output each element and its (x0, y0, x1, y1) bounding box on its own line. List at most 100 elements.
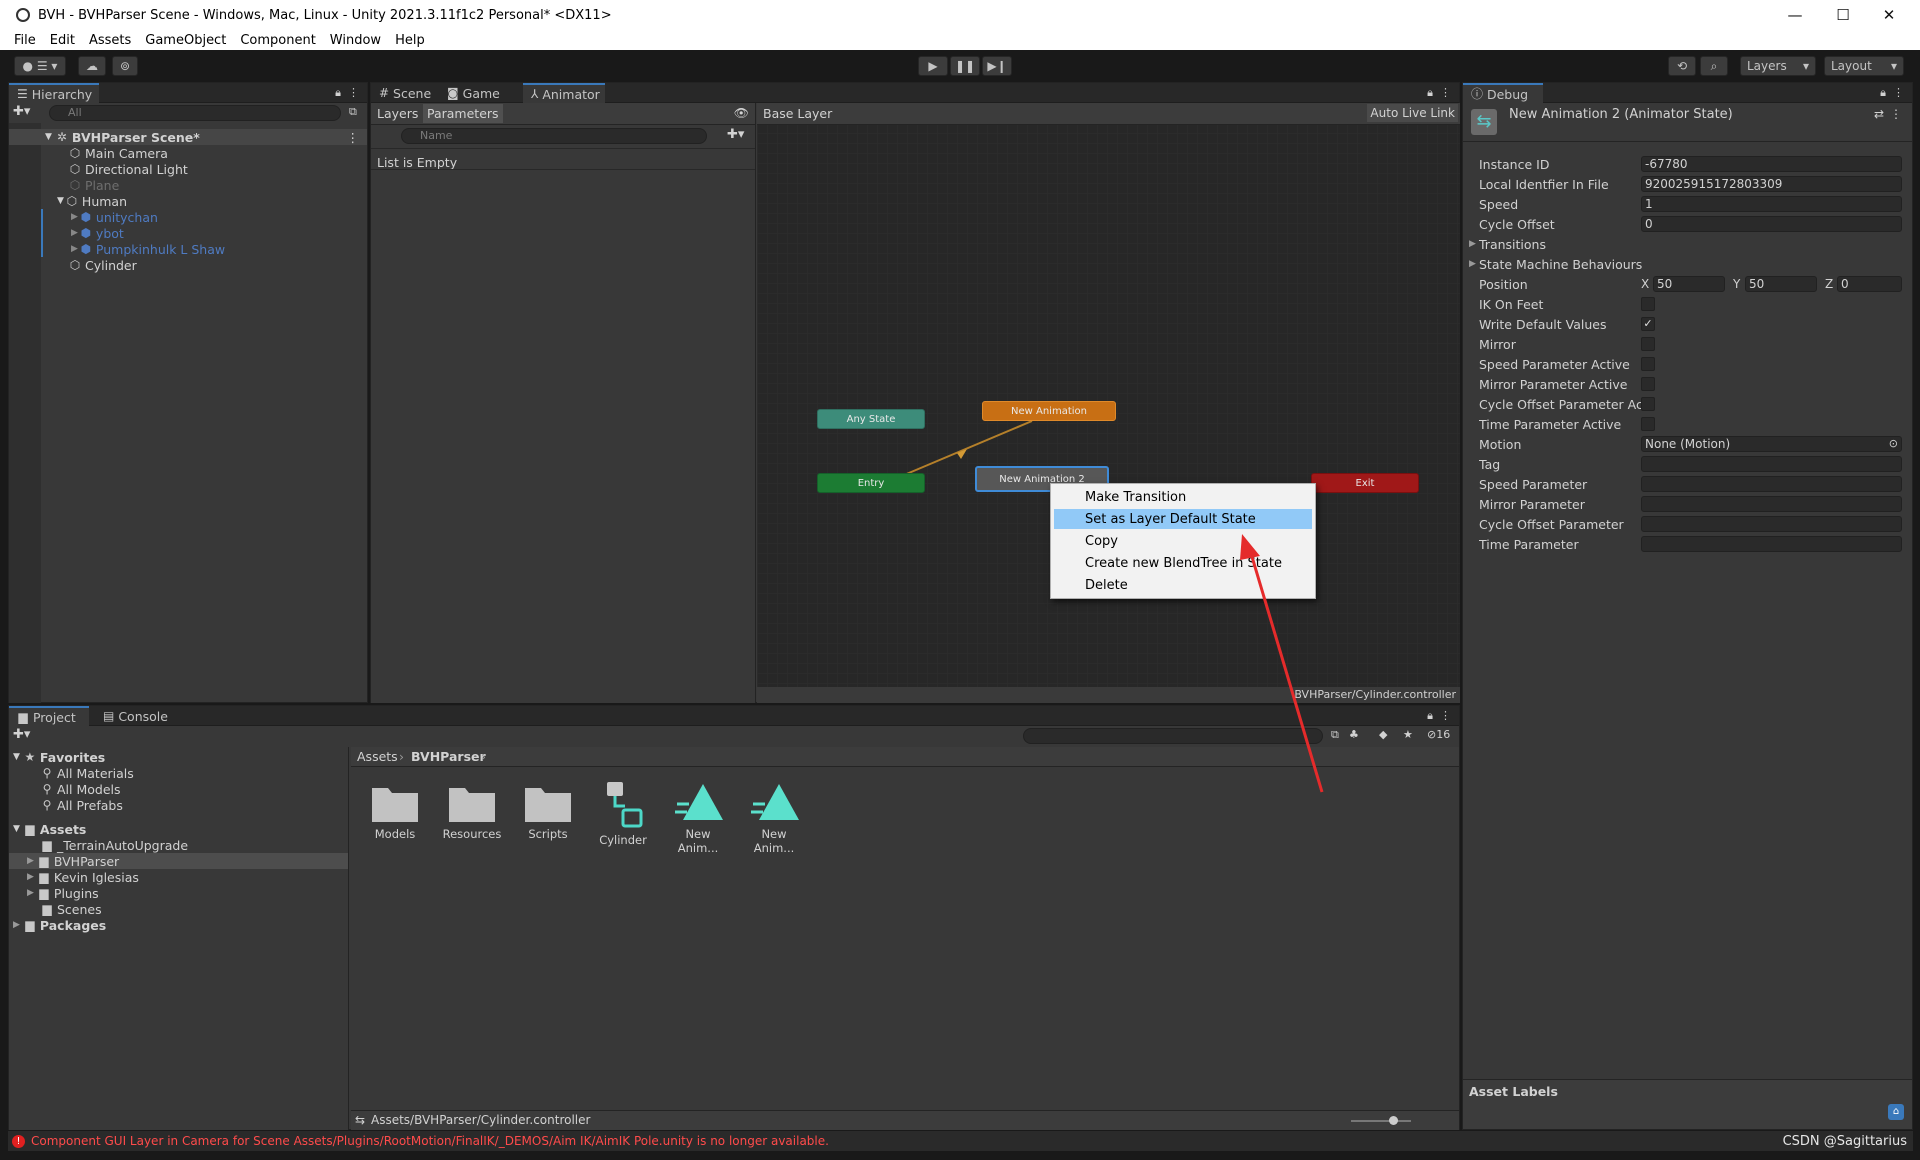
folder-plugins[interactable]: ▶ ▆ Plugins (9, 885, 348, 901)
local-identifier-field[interactable]: 9200259151728033​09 (1641, 176, 1902, 192)
speed-field[interactable]: 1 (1641, 196, 1902, 212)
state-entry[interactable]: Entry (817, 473, 925, 493)
breadcrumb-assets[interactable]: Assets (357, 749, 398, 764)
search-by-label-icon[interactable]: ♣ (1349, 728, 1359, 741)
scene-visibility-icon[interactable]: ⧉ (349, 105, 357, 119)
kebab-menu-icon[interactable]: ⋮ (1440, 86, 1451, 99)
kebab-menu-icon[interactable]: ⋮ (1893, 86, 1904, 99)
pause-button[interactable]: ❚❚ (950, 56, 980, 76)
foldout-collapsed-icon[interactable]: ▶ (27, 888, 34, 898)
folder-terrain-auto-upgrade[interactable]: ▆ _TerrainAutoUpgrade (9, 837, 348, 853)
menu-item-make-transition[interactable]: Make Transition (1054, 487, 1312, 507)
state-exit[interactable]: Exit (1311, 473, 1419, 493)
cycle-offset-parameter-active-checkbox[interactable] (1641, 397, 1655, 411)
favorites-row[interactable]: ▼ ★ Favorites (9, 749, 348, 765)
lock-icon[interactable]: 🔒︎ (1427, 86, 1433, 100)
history-icon[interactable]: ⟲ (1668, 56, 1696, 76)
animator-graph[interactable]: Base Layer Auto Live Link Any State New … (757, 103, 1460, 703)
parameters-tab[interactable]: Parameters (423, 104, 503, 123)
ik-on-feet-checkbox[interactable] (1641, 297, 1655, 311)
foldout-collapsed-icon[interactable]: ▶ (27, 872, 34, 882)
scene-menu-icon[interactable]: ⋮ (347, 130, 360, 145)
write-default-values-checkbox[interactable]: ✓ (1641, 317, 1655, 331)
step-button[interactable]: ▶❙ (982, 56, 1012, 76)
layers-dropdown[interactable]: Layers ▾ (1740, 56, 1816, 76)
zoom-slider-thumb[interactable] (1389, 1116, 1398, 1125)
mirror-parameter-active-checkbox[interactable] (1641, 377, 1655, 391)
hierarchy-search-input[interactable]: All (49, 105, 341, 121)
tab-console[interactable]: ▤ Console (95, 706, 175, 726)
maximize-button[interactable]: ☐ (1820, 0, 1866, 30)
foldout-expanded-icon[interactable]: ▼ (57, 196, 64, 206)
menu-edit[interactable]: Edit (50, 33, 75, 48)
asset-resources-folder[interactable]: Resources (441, 780, 503, 841)
foldout-collapsed-icon[interactable]: ▶ (71, 228, 78, 238)
scene-row[interactable]: ▼ ✲ BVHParser Scene* ⋮ (9, 129, 367, 145)
mirror-parameter-field[interactable] (1641, 496, 1902, 512)
add-parameter-button[interactable]: ✚▾ (727, 127, 744, 142)
foldout-expanded-icon[interactable]: ▼ (45, 132, 52, 142)
time-parameter-active-checkbox[interactable] (1641, 417, 1655, 431)
search-icon[interactable]: ⌕ (1700, 56, 1728, 76)
state-any-state[interactable]: Any State (817, 409, 925, 429)
menu-item-set-layer-default[interactable]: Set as Layer Default State (1054, 509, 1312, 529)
object-picker-icon[interactable]: ⊙ (1889, 437, 1898, 451)
tag-field[interactable] (1641, 456, 1902, 472)
foldout-collapsed-icon[interactable]: ▶ (71, 244, 78, 254)
hierarchy-item-directional-light[interactable]: ⬡ Directional Light (9, 161, 367, 177)
instance-id-field[interactable]: -67780 (1641, 156, 1902, 172)
component-menu-icon[interactable]: ⋮ (1890, 107, 1902, 121)
foldout-expanded-icon[interactable]: ▼ (13, 824, 20, 834)
play-button[interactable]: ▶ (918, 56, 948, 76)
status-bar[interactable]: ! Component GUI Layer in Camera for Scen… (8, 1131, 1913, 1151)
foldout-expanded-icon[interactable]: ▼ (13, 752, 20, 762)
presets-icon[interactable]: ⇄ (1874, 107, 1884, 121)
add-object-button[interactable]: ✚▾ (13, 104, 43, 122)
menu-assets[interactable]: Assets (89, 33, 131, 48)
favorite-all-models[interactable]: ⚲ All Models (9, 781, 348, 797)
position-x-field[interactable]: 50 (1653, 276, 1725, 292)
position-z-field[interactable]: 0 (1837, 276, 1902, 292)
cycle-offset-field[interactable]: 0 (1641, 216, 1902, 232)
close-button[interactable]: ✕ (1866, 0, 1912, 30)
menu-help[interactable]: Help (395, 33, 425, 48)
folder-scenes[interactable]: ▆ Scenes (9, 901, 348, 917)
speed-parameter-field[interactable] (1641, 476, 1902, 492)
tab-scene[interactable]: # Scene (371, 83, 437, 103)
hidden-packages-icon[interactable]: ⊘16 (1427, 728, 1450, 741)
hierarchy-item-ybot[interactable]: ▶ ⬢ ybot (9, 225, 367, 241)
tag-icon[interactable]: ◆ (1379, 728, 1387, 741)
lock-icon[interactable]: 🔒︎ (1880, 86, 1886, 100)
hierarchy-item-cylinder[interactable]: ⬡ Cylinder (9, 257, 367, 273)
speed-parameter-active-checkbox[interactable] (1641, 357, 1655, 371)
time-parameter-field[interactable] (1641, 536, 1902, 552)
asset-cylinder-controller[interactable]: Cylinder (592, 780, 654, 847)
kebab-menu-icon[interactable]: ⋮ (348, 86, 359, 99)
lock-icon[interactable]: 🔒︎ (1427, 709, 1433, 723)
packages-row[interactable]: ▶ ▆ Packages (9, 917, 348, 933)
favorite-all-prefabs[interactable]: ⚲ All Prefabs (9, 797, 348, 813)
collab-icon[interactable]: ⊚ (112, 56, 138, 76)
mirror-checkbox[interactable] (1641, 337, 1655, 351)
asset-models-folder[interactable]: Models (364, 780, 426, 841)
folder-kevin-iglesias[interactable]: ▶ ▆ Kevin Iglesias (9, 869, 348, 885)
kebab-menu-icon[interactable]: ⋮ (1440, 709, 1451, 722)
asset-scripts-folder[interactable]: Scripts (517, 780, 579, 841)
account-button[interactable]: ● ☰ ▾ (14, 56, 66, 76)
state-new-animation[interactable]: New Animation (982, 401, 1116, 421)
breadcrumb-bvhparser[interactable]: BVHParser (411, 749, 486, 764)
favorite-star-icon[interactable]: ★ (1403, 728, 1413, 741)
cycle-offset-parameter-field[interactable] (1641, 516, 1902, 532)
parameter-search-input[interactable]: Name (401, 128, 707, 144)
create-asset-button[interactable]: ✚▾ (13, 727, 43, 745)
tab-animator[interactable]: ⅄ Animator (523, 83, 605, 103)
menu-gameobject[interactable]: GameObject (145, 33, 226, 48)
lock-icon[interactable]: 🔒︎ (335, 86, 341, 100)
foldout-collapsed-icon[interactable]: ▶ (13, 920, 20, 930)
menu-component[interactable]: Component (240, 33, 315, 48)
layout-dropdown[interactable]: Layout ▾ (1824, 56, 1904, 76)
cloud-icon[interactable]: ☁ (78, 56, 106, 76)
motion-object-field[interactable]: None (Motion) ⊙ (1641, 436, 1902, 452)
foldout-collapsed-icon[interactable]: ▶ (27, 856, 34, 866)
layers-tab[interactable]: Layers (377, 106, 418, 121)
